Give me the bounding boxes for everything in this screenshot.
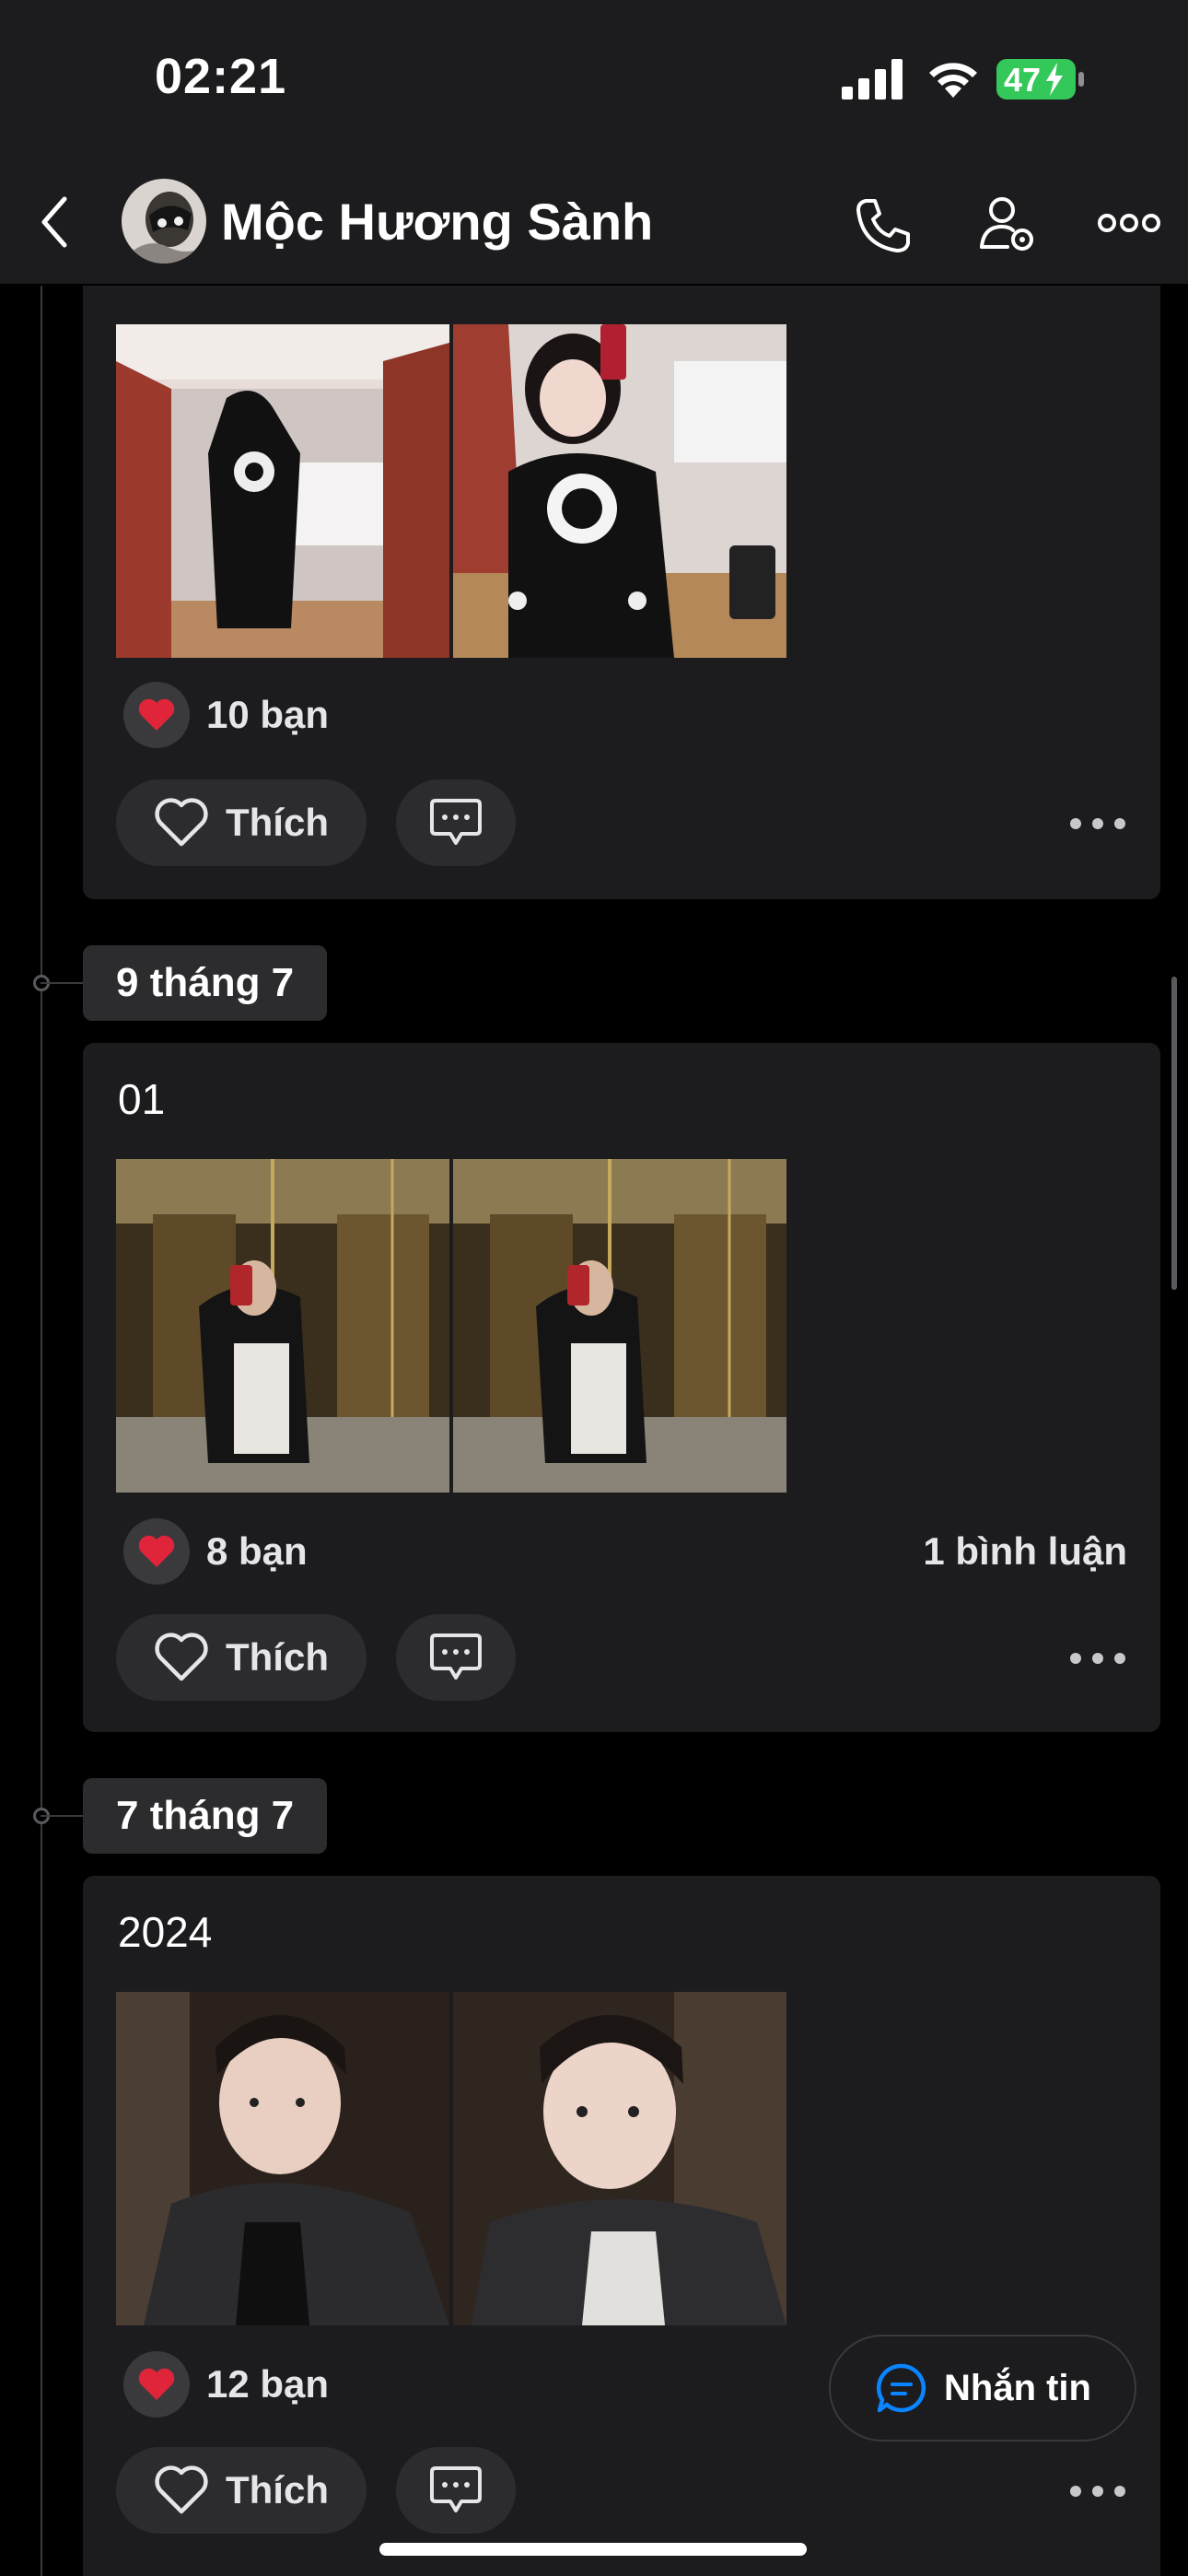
like-button-label: Thích: [226, 801, 329, 844]
send-message-label: Nhắn tin: [944, 2367, 1091, 2408]
post-photo-grid: [116, 1992, 788, 2331]
comment-icon: [430, 1633, 482, 1680]
wifi-icon: [925, 57, 982, 104]
reaction-heart[interactable]: [123, 1518, 190, 1585]
timeline-line: [41, 286, 42, 2576]
post-more-icon[interactable]: [1070, 818, 1125, 831]
home-indicator[interactable]: [379, 2543, 807, 2556]
back-icon[interactable]: [37, 195, 74, 253]
heart-outline-icon: [155, 798, 208, 847]
post-caption: 2024: [118, 1908, 213, 1956]
reaction-heart[interactable]: [123, 682, 190, 748]
comment-button[interactable]: [396, 1614, 516, 1701]
post-photo[interactable]: [116, 1992, 449, 2325]
send-message-button[interactable]: Nhắn tin: [829, 2335, 1136, 2441]
like-button-label: Thích: [226, 2468, 329, 2512]
post-photo-grid: [116, 324, 788, 663]
post-photo[interactable]: [116, 324, 449, 658]
scrollbar[interactable]: [1171, 977, 1177, 1290]
battery-level: 47: [1004, 61, 1042, 99]
like-button-label: Thích: [226, 1635, 329, 1679]
like-button[interactable]: Thích: [116, 1614, 367, 1701]
like-count[interactable]: 10 bạn: [206, 693, 329, 737]
comment-icon: [430, 2466, 482, 2512]
post-photo[interactable]: [453, 1992, 786, 2325]
chat-icon: [876, 2363, 926, 2413]
post-photo-grid: [116, 1159, 788, 1498]
signal-icon: [842, 59, 904, 104]
avatar[interactable]: [122, 179, 206, 263]
post-photo[interactable]: [116, 1159, 449, 1493]
status-time: 02:21: [155, 49, 287, 104]
more-options-icon[interactable]: [1098, 210, 1160, 240]
date-label: 9 tháng 7: [83, 945, 328, 1021]
heart-outline-icon: [155, 2465, 208, 2514]
post-photo[interactable]: [453, 324, 786, 658]
post-more-icon[interactable]: [1070, 1653, 1125, 1666]
like-button[interactable]: Thích: [116, 2447, 367, 2534]
like-button[interactable]: Thích: [116, 779, 367, 866]
like-count[interactable]: 8 bạn: [206, 1529, 308, 1574]
timeline-tick: [41, 1815, 83, 1817]
post-photo[interactable]: [453, 1159, 786, 1493]
comment-count[interactable]: 1 bình luận: [923, 1529, 1127, 1574]
heart-outline-icon: [155, 1633, 208, 1681]
like-count[interactable]: 12 bạn: [206, 2362, 329, 2406]
comment-icon: [430, 799, 482, 845]
reaction-heart[interactable]: [123, 2351, 190, 2418]
user-settings-icon[interactable]: [978, 193, 1039, 259]
timeline-tick: [41, 982, 83, 984]
comment-button[interactable]: [396, 2447, 516, 2534]
battery-icon: 47: [996, 59, 1085, 104]
page-title: Mộc Hương Sành: [221, 193, 654, 251]
post-more-icon[interactable]: [1070, 2486, 1125, 2499]
phone-icon[interactable]: [853, 195, 912, 259]
comment-button[interactable]: [396, 779, 516, 866]
post-caption: 01: [118, 1075, 166, 1123]
date-label: 7 tháng 7: [83, 1778, 328, 1854]
